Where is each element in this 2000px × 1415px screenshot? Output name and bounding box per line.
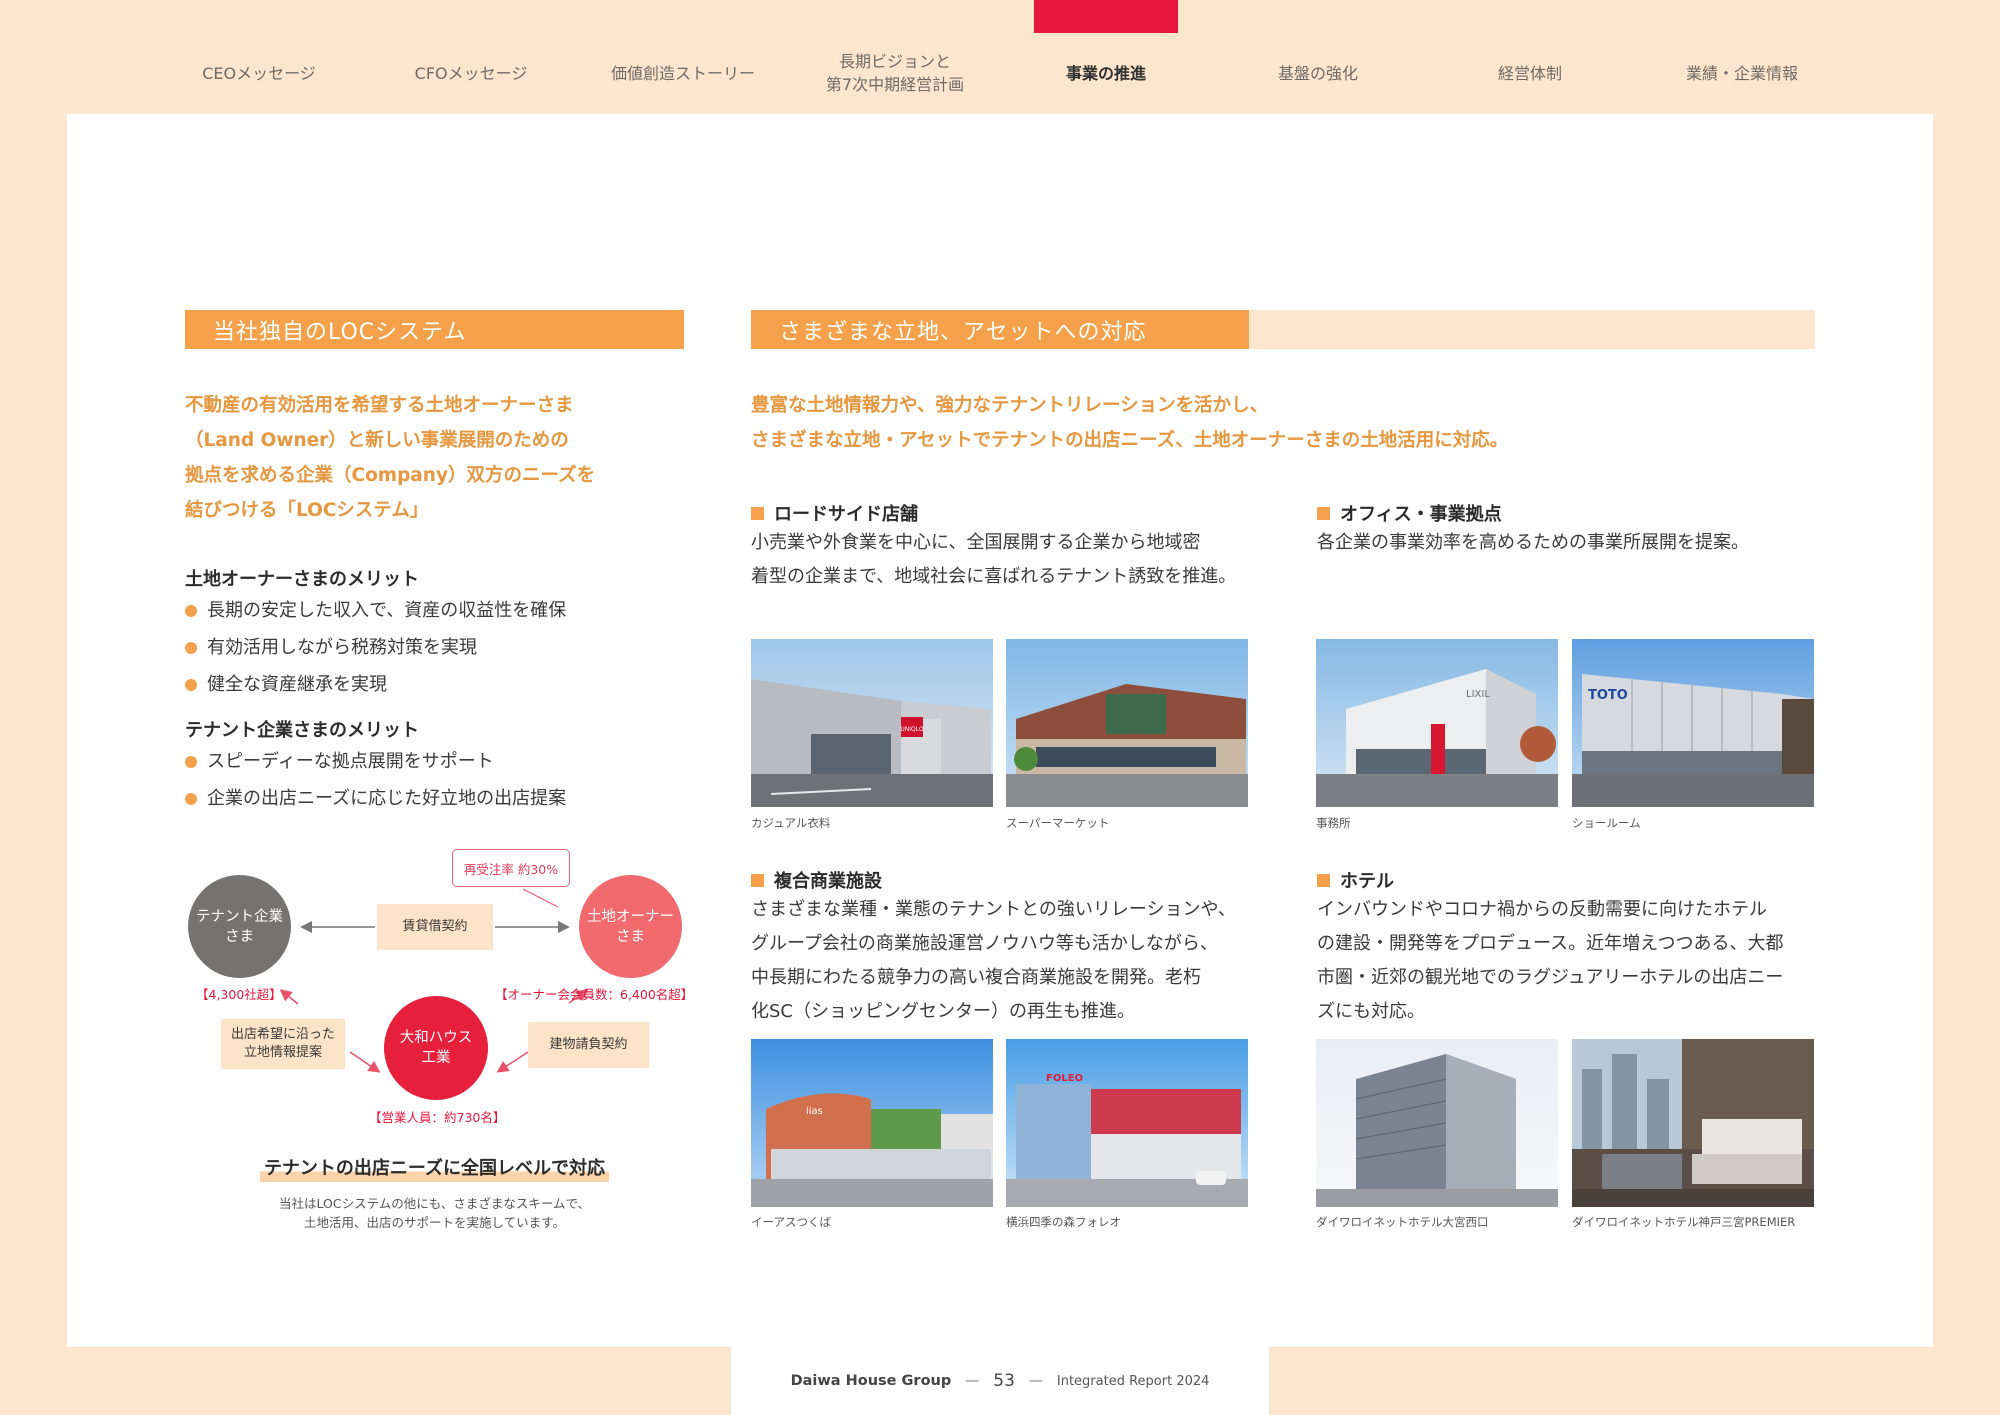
top-navigation: CEOメッセージ CFOメッセージ 価値創造ストーリー 長期ビジョンと 第7次中… bbox=[0, 0, 2000, 114]
square-bullet-icon bbox=[1317, 506, 1330, 520]
footer-brand: Daiwa House Group bbox=[790, 1373, 952, 1389]
hotel-kobe-photo bbox=[1572, 1039, 1814, 1207]
nav-item-performance[interactable]: 業績・企業情報 bbox=[1636, 50, 1848, 96]
construction-contract-box: 建物請負契約 bbox=[528, 1022, 649, 1068]
active-tab-marker bbox=[1034, 0, 1178, 33]
bullet-dot-icon bbox=[185, 678, 197, 691]
supermarket-photo bbox=[1006, 639, 1248, 807]
reorder-rate-callout: 再受注率 約30% bbox=[452, 849, 570, 887]
photo-caption: スーパーマーケット bbox=[1006, 816, 1110, 830]
sales-count-label: 【営業人員：約730名】 bbox=[369, 1110, 506, 1125]
complex-commercial-body: さまざまな業種・業態のテナントとの強いリレーションや、 グループ会社の商業施設運… bbox=[751, 899, 1236, 1022]
photo-caption: ダイワロイネットホテル神戸三宮PREMIER bbox=[1572, 1215, 1796, 1229]
photo-caption: 事務所 bbox=[1316, 816, 1351, 830]
page-content: 当社独自のLOCシステム 不動産の有効活用を希望する土地オーナーさま （Land… bbox=[67, 114, 1933, 1347]
svg-text:iias: iias bbox=[806, 1106, 823, 1117]
iias-tsukuba-photo: iias bbox=[751, 1039, 993, 1207]
hotel-omiya-photo bbox=[1316, 1039, 1558, 1207]
page-number: 53 bbox=[993, 1371, 1015, 1391]
loc-diagram: 再受注率 約30% テナント企業 さま 土地オーナー さま 大和ハウス 工業 賃… bbox=[185, 849, 693, 1139]
daiwa-house-circle: 大和ハウス 工業 bbox=[384, 996, 488, 1100]
square-bullet-icon bbox=[1317, 873, 1330, 887]
list-item: 有効活用しながら税務対策を実現 bbox=[185, 629, 665, 666]
tenant-merits-title: テナント企業さまのメリット bbox=[185, 720, 419, 741]
loc-note: 当社はLOCシステムの他にも、さまざまなスキームで、 土地活用、出店のサポートを… bbox=[279, 1196, 590, 1230]
bullet-dot-icon bbox=[185, 755, 197, 768]
nav-item-value-creation[interactable]: 価値創造ストーリー bbox=[577, 50, 789, 96]
owner-merits-list: 長期の安定した収入で、資産の収益性を確保 有効活用しながら税務対策を実現 健全な… bbox=[185, 592, 665, 703]
photo-caption: ショールーム bbox=[1572, 816, 1641, 830]
complex-commercial-title: 複合商業施設 bbox=[751, 867, 882, 893]
photo-caption: ダイワロイネットホテル大宮西口 bbox=[1316, 1215, 1489, 1229]
page-footer: Daiwa House Group — 53 — Integrated Repo… bbox=[731, 1347, 1269, 1415]
owner-merits-title: 土地オーナーさまのメリット bbox=[185, 569, 419, 590]
office-building-photo: LIXIL bbox=[1316, 639, 1558, 807]
owner-count-label: 【オーナー会会員数：6,400名超】 bbox=[495, 987, 694, 1002]
square-bullet-icon bbox=[751, 873, 764, 887]
nav-item-ceo-message[interactable]: CEOメッセージ bbox=[153, 50, 365, 96]
tenant-company-circle: テナント企業 さま bbox=[188, 875, 291, 978]
nav-item-foundation[interactable]: 基盤の強化 bbox=[1212, 50, 1424, 96]
footer-dash: — bbox=[965, 1373, 980, 1389]
list-item: 健全な資産継承を実現 bbox=[185, 666, 665, 703]
nav-item-long-term-vision[interactable]: 長期ビジョンと 第7次中期経営計画 bbox=[789, 50, 1001, 96]
showroom-photo: TOTO bbox=[1572, 639, 1814, 807]
svg-text:LIXIL: LIXIL bbox=[1466, 689, 1490, 700]
svg-text:TOTO: TOTO bbox=[1588, 688, 1628, 703]
assets-header: さまざまな立地、アセットへの対応 bbox=[751, 310, 1249, 349]
location-proposal-box: 出店希望に沿った 立地情報提案 bbox=[221, 1019, 345, 1069]
nav-item-business-promotion[interactable]: 事業の推進 bbox=[1000, 50, 1212, 96]
footer-dash: — bbox=[1028, 1373, 1043, 1389]
roadside-title: ロードサイド店舗 bbox=[751, 500, 918, 526]
hotel-body: インバウンドやコロナ禍からの反動需要に向けたホテル の建設・開発等をプロデュース… bbox=[1317, 899, 1784, 1022]
list-item: 企業の出店ニーズに応じた好立地の出店提案 bbox=[185, 780, 665, 817]
casual-clothing-store-photo: UNIQLO bbox=[751, 639, 993, 807]
loc-tagline: テナントの出店ニーズに全国レベルで対応 bbox=[185, 1154, 684, 1182]
bullet-dot-icon bbox=[185, 641, 197, 654]
land-owner-circle: 土地オーナー さま bbox=[579, 875, 682, 978]
tenant-merits-list: スピーディーな拠点展開をサポート 企業の出店ニーズに応じた好立地の出店提案 bbox=[185, 743, 665, 817]
photo-caption: 横浜四季の森フォレオ bbox=[1006, 1215, 1121, 1229]
office-body: 各企業の事業効率を高めるための事業所展開を提案。 bbox=[1317, 532, 1749, 553]
loc-system-header: 当社独自のLOCシステム bbox=[185, 310, 684, 349]
assets-lead-text: 豊富な土地情報力や、強力なテナントリレーションを活かし、 さまざまな立地・アセッ… bbox=[751, 395, 1509, 451]
square-bullet-icon bbox=[751, 506, 764, 520]
lease-contract-box: 賃貸借契約 bbox=[377, 904, 493, 950]
office-title: オフィス・事業拠点 bbox=[1317, 500, 1502, 526]
foleo-photo: FOLEO bbox=[1006, 1039, 1248, 1207]
loc-lead-text: 不動産の有効活用を希望する土地オーナーさま （Land Owner）と新しい事業… bbox=[185, 395, 596, 521]
bullet-dot-icon bbox=[185, 604, 197, 617]
photo-caption: カジュアル衣料 bbox=[751, 816, 831, 830]
svg-text:FOLEO: FOLEO bbox=[1046, 1073, 1083, 1084]
roadside-body: 小売業や外食業を中心に、全国展開する企業から地域密 着型の企業まで、地域社会に喜… bbox=[751, 532, 1237, 587]
nav-item-governance[interactable]: 経営体制 bbox=[1424, 50, 1636, 96]
tenant-count-label: 【4,300社超】 bbox=[196, 987, 282, 1002]
footer-report-name: Integrated Report 2024 bbox=[1056, 1373, 1210, 1389]
photo-caption: イーアスつくば bbox=[751, 1215, 832, 1229]
nav-item-cfo-message[interactable]: CFOメッセージ bbox=[365, 50, 577, 96]
bullet-dot-icon bbox=[185, 792, 197, 805]
list-item: スピーディーな拠点展開をサポート bbox=[185, 743, 665, 780]
svg-text:UNIQLO: UNIQLO bbox=[900, 726, 924, 733]
hotel-title: ホテル bbox=[1317, 867, 1394, 893]
list-item: 長期の安定した収入で、資産の収益性を確保 bbox=[185, 592, 665, 629]
